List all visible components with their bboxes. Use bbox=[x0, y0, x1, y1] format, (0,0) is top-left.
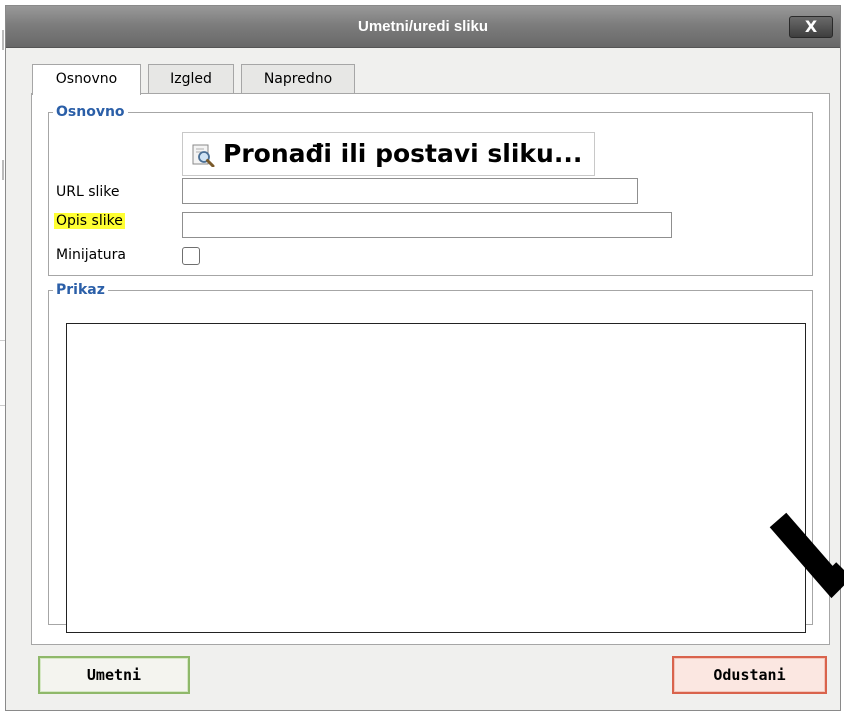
description-input[interactable] bbox=[182, 212, 672, 238]
find-image-label: Pronađi ili postavi sliku... bbox=[223, 139, 583, 168]
preview-fieldset: Prikaz bbox=[48, 282, 813, 633]
thumbnail-checkbox[interactable] bbox=[182, 247, 200, 265]
dialog-title: Umetni/uredi sliku bbox=[357, 18, 489, 35]
tab-osnovno[interactable]: Osnovno bbox=[32, 64, 141, 95]
tab-napredno[interactable]: Napredno bbox=[241, 64, 355, 94]
preview-area bbox=[66, 323, 806, 633]
close-button[interactable]: X bbox=[789, 16, 833, 38]
cancel-button[interactable]: Odustani bbox=[672, 656, 827, 694]
description-label: Opis slike bbox=[54, 213, 125, 229]
url-label: URL slike bbox=[56, 184, 120, 200]
dialog-titlebar[interactable]: Umetni/uredi sliku X bbox=[6, 6, 840, 48]
preview-legend: Prikaz bbox=[56, 282, 105, 298]
image-dialog: Umetni/uredi sliku X Osnovno Izgled Napr… bbox=[5, 5, 841, 711]
magnifier-icon bbox=[192, 144, 215, 167]
tab-izgled[interactable]: Izgled bbox=[148, 64, 234, 94]
thumbnail-label: Minijatura bbox=[56, 247, 126, 263]
tab-panel: Osnovno Pronađi ili postavi sliku... URL… bbox=[31, 93, 830, 645]
url-input[interactable] bbox=[182, 178, 638, 204]
insert-button[interactable]: Umetni bbox=[38, 656, 190, 694]
find-image-button[interactable]: Pronađi ili postavi sliku... bbox=[182, 132, 595, 176]
basic-legend: Osnovno bbox=[56, 104, 125, 120]
